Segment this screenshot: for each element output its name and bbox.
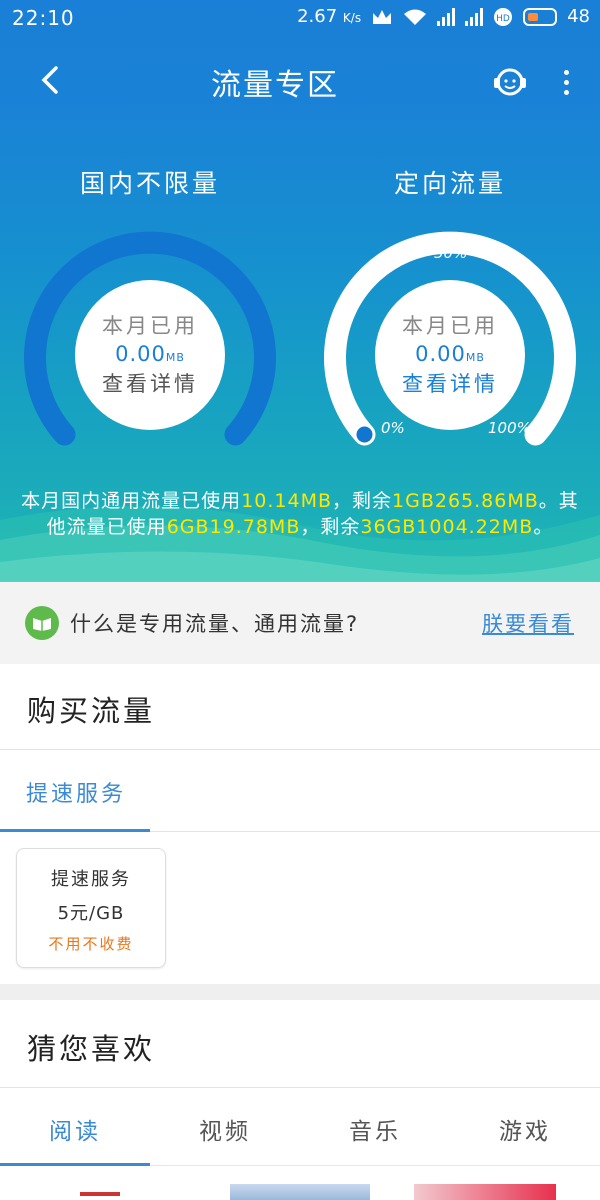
tab-music[interactable]: 音乐 xyxy=(300,1088,450,1166)
network-speed-unit: K/s xyxy=(342,11,362,25)
dot-icon xyxy=(563,89,569,95)
wifi-icon xyxy=(404,9,427,25)
buy-tabs: 提速服务 xyxy=(0,750,600,833)
summary-remain-general: 1GB265.86MB xyxy=(392,490,539,512)
network-speed: 2.67 K/s xyxy=(297,6,361,27)
headset-icon xyxy=(494,68,526,96)
battery-level: 48 xyxy=(567,6,590,27)
tab-video[interactable]: 视频 xyxy=(150,1088,300,1166)
customer-service-button[interactable] xyxy=(488,60,532,104)
dot-icon xyxy=(563,79,569,85)
summary-text: 。 xyxy=(533,516,554,538)
summary-text: ，剩余 xyxy=(332,490,393,512)
hd-icon: HD xyxy=(494,7,513,26)
battery-icon xyxy=(523,7,558,26)
domestic-usage-value-row: 0.00MB xyxy=(75,342,225,366)
signal-icon-2 xyxy=(465,7,484,26)
summary-remain-other: 36GB1004.22MB xyxy=(360,516,534,538)
crown-icon xyxy=(373,9,392,24)
directional-usage-unit: MB xyxy=(465,351,485,364)
gauge-tick-mid: 50% xyxy=(434,244,468,262)
traffic-type-question: 什么是专用流量、通用流量? xyxy=(70,612,360,636)
domestic-details-link[interactable]: 查看详情 xyxy=(75,368,225,398)
section-divider xyxy=(0,984,600,1000)
directional-gauge-title: 定向流量 xyxy=(393,169,506,198)
network-speed-value: 2.67 xyxy=(297,6,338,27)
product-name: 提速服务 xyxy=(51,869,131,890)
recommend-title: 猜您喜欢 xyxy=(27,1032,156,1066)
more-options-button[interactable] xyxy=(548,60,584,104)
usage-summary: 本月国内通用流量已使用10.14MB，剩余1GB265.86MB。其他流量已使用… xyxy=(20,488,580,540)
domestic-gauge-title: 国内不限量 xyxy=(79,169,220,198)
domestic-usage-unit: MB xyxy=(165,351,185,364)
signal-icon-1 xyxy=(437,7,456,26)
summary-used-other: 6GB19.78MB xyxy=(166,516,301,538)
dot-icon xyxy=(563,69,569,75)
domestic-usage-center[interactable]: 本月已用 0.00MB 查看详情 xyxy=(75,280,225,430)
directional-gauge-marker xyxy=(356,426,373,443)
nav-bar: 流量专区 xyxy=(0,40,600,124)
directional-usage-center[interactable]: 本月已用 0.00MB 查看详情 xyxy=(375,280,525,430)
buy-traffic-title: 购买流量 xyxy=(27,694,156,728)
view-explanation-link[interactable]: 朕要看看 xyxy=(482,608,574,638)
tab-speedup-label: 提速服务 xyxy=(26,782,127,807)
buy-traffic-header: 购买流量 xyxy=(0,664,600,750)
traffic-hero-panel: 22:10 2.67 K/s HD 48 流量专区 国内不限量 本月已用 0.0… xyxy=(0,0,600,582)
status-time: 22:10 xyxy=(12,6,75,30)
domestic-usage-value: 0.00 xyxy=(115,342,166,366)
recommend-thumbnail[interactable] xyxy=(414,1184,556,1200)
svg-text:HD: HD xyxy=(496,14,510,24)
recommend-thumbnail[interactable] xyxy=(40,1184,180,1200)
speedup-product-card[interactable]: 提速服务 5元/GB 不用不收费 xyxy=(16,848,166,968)
page-title: 流量专区 xyxy=(211,68,339,103)
directional-usage-label: 本月已用 xyxy=(402,314,498,338)
product-price: 5元/GB xyxy=(57,903,125,924)
summary-text: 本月国内通用流量已使用 xyxy=(21,490,242,512)
tab-video-label: 视频 xyxy=(199,1119,251,1145)
gauge-tick-max: 100% xyxy=(488,419,531,437)
recommend-thumbnail[interactable] xyxy=(230,1184,370,1200)
status-bar: 22:10 2.67 K/s HD 48 xyxy=(0,0,600,40)
recommend-list xyxy=(0,1166,600,1200)
directional-usage-value-row: 0.00MB xyxy=(375,342,525,366)
directional-details-link[interactable]: 查看详情 xyxy=(375,368,525,398)
product-note: 不用不收费 xyxy=(48,935,134,953)
tab-speedup-service[interactable]: 提速服务 xyxy=(0,750,150,833)
domestic-usage-label: 本月已用 xyxy=(102,314,198,338)
summary-text: ，剩余 xyxy=(300,516,361,538)
directional-usage-value: 0.00 xyxy=(415,342,466,366)
recommend-tabs: 阅读 视频 音乐 游戏 xyxy=(0,1088,600,1167)
tab-games[interactable]: 游戏 xyxy=(450,1088,600,1166)
book-icon xyxy=(25,606,59,640)
gauge-tick-min: 0% xyxy=(381,419,405,437)
info-bar: 什么是专用流量、通用流量? 朕要看看 xyxy=(0,582,600,664)
tab-reading-label: 阅读 xyxy=(49,1119,101,1145)
tab-reading[interactable]: 阅读 xyxy=(0,1088,150,1167)
recommend-header: 猜您喜欢 xyxy=(0,1000,600,1088)
buy-products: 提速服务 5元/GB 不用不收费 xyxy=(0,832,600,984)
status-icons: 2.67 K/s HD 48 xyxy=(297,6,590,27)
summary-used-general: 10.14MB xyxy=(241,490,333,512)
tab-music-label: 音乐 xyxy=(349,1119,401,1145)
tab-games-label: 游戏 xyxy=(499,1119,551,1145)
